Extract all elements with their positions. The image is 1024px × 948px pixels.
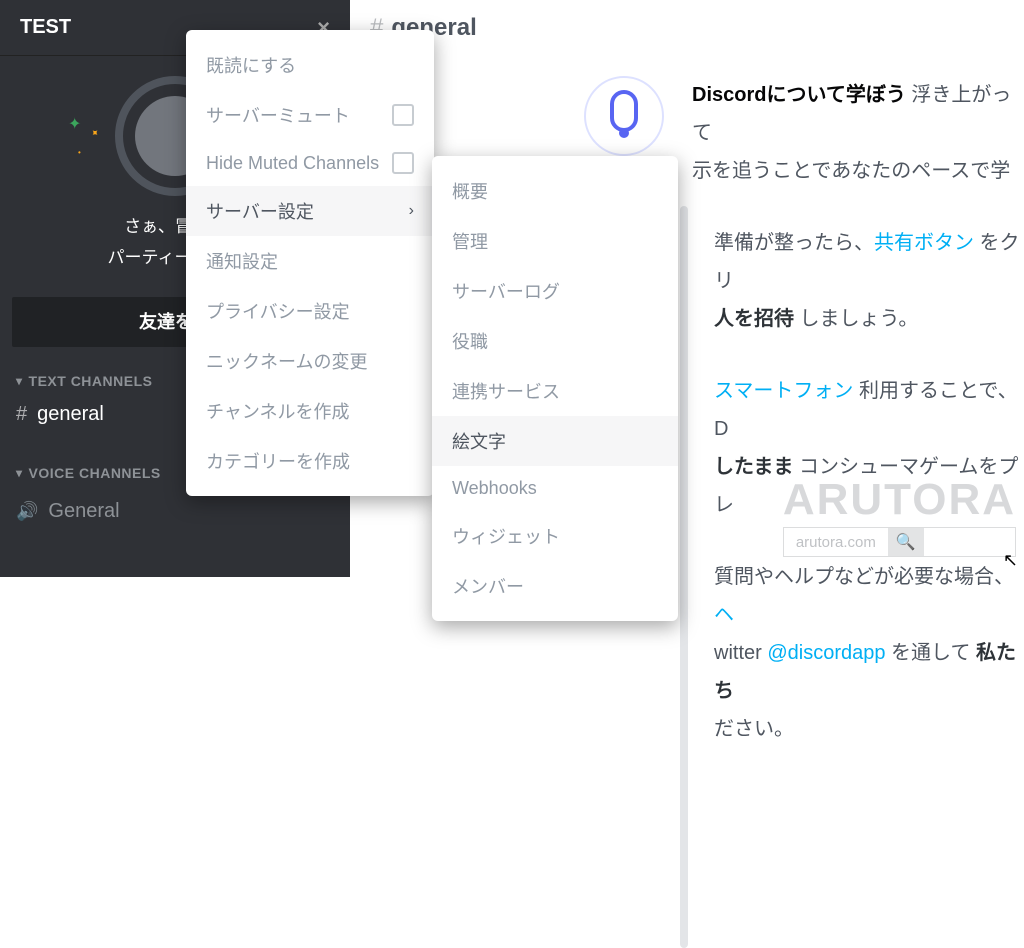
sparkle-icon: ✦ bbox=[68, 114, 81, 134]
twitter-mention[interactable]: @discordapp bbox=[767, 642, 885, 664]
tip-paragraph: 質問やヘルプなどが必要な場合、ヘ witter @discordapp を通して… bbox=[714, 558, 1024, 748]
sparkle-icon: ✦ bbox=[87, 127, 101, 141]
speaker-icon: 🔊 bbox=[16, 501, 38, 522]
server-settings-submenu: 概要 管理 サーバーログ 役職 連携サービス 絵文字 Webhooks ウィジェ… bbox=[432, 156, 678, 621]
server-name: TEST bbox=[20, 16, 71, 39]
menu-item-server-mute[interactable]: サーバーミュート bbox=[186, 90, 434, 140]
checkbox-icon[interactable] bbox=[392, 104, 414, 126]
menu-item-server-settings[interactable]: サーバー設定› bbox=[186, 186, 434, 236]
chevron-right-icon: › bbox=[409, 202, 414, 220]
menu-item-create-category[interactable]: カテゴリーを作成 bbox=[186, 436, 434, 486]
submenu-item-roles[interactable]: 役職 bbox=[432, 316, 678, 366]
search-icon: 🔍 bbox=[888, 528, 924, 556]
submenu-item-emoji[interactable]: 絵文字 bbox=[432, 416, 678, 466]
menu-item-privacy-settings[interactable]: プライバシー設定 bbox=[186, 286, 434, 336]
sparkle-icon: • bbox=[78, 148, 81, 157]
watermark: ARUTORA arutora.com 🔍 bbox=[783, 475, 1016, 557]
submenu-item-members[interactable]: メンバー bbox=[432, 561, 678, 611]
menu-item-notification-settings[interactable]: 通知設定 bbox=[186, 236, 434, 286]
menu-item-hide-muted[interactable]: Hide Muted Channels bbox=[186, 140, 434, 186]
checkbox-icon[interactable] bbox=[392, 152, 414, 174]
smartphone-link[interactable]: スマートフォン bbox=[714, 380, 853, 402]
scrollbar[interactable] bbox=[680, 206, 688, 948]
cursor-icon: ↖ bbox=[1003, 550, 1018, 571]
menu-item-mark-read[interactable]: 既読にする bbox=[186, 40, 434, 90]
tip-icon bbox=[584, 76, 664, 156]
submenu-item-overview[interactable]: 概要 bbox=[432, 166, 678, 216]
channel-header: # general bbox=[350, 0, 1024, 56]
menu-item-change-nickname[interactable]: ニックネームの変更 bbox=[186, 336, 434, 386]
server-context-menu: 既読にする サーバーミュート Hide Muted Channels サーバー設… bbox=[186, 30, 434, 496]
chevron-down-icon: ▾ bbox=[16, 466, 23, 480]
tip-paragraph: 準備が整ったら、共有ボタン をクリ 人を招待 しましょう。 bbox=[714, 224, 1024, 338]
share-link[interactable]: 共有ボタン bbox=[874, 232, 974, 254]
submenu-item-audit-log[interactable]: サーバーログ bbox=[432, 266, 678, 316]
submenu-item-integrations[interactable]: 連携サービス bbox=[432, 366, 678, 416]
submenu-item-widget[interactable]: ウィジェット bbox=[432, 511, 678, 561]
submenu-item-moderation[interactable]: 管理 bbox=[432, 216, 678, 266]
chevron-down-icon: ▾ bbox=[16, 374, 23, 388]
menu-item-create-channel[interactable]: チャンネルを作成 bbox=[186, 386, 434, 436]
hash-icon: # bbox=[16, 403, 27, 426]
voice-channel-general[interactable]: 🔊 General bbox=[0, 492, 350, 531]
hero-text: Discordについて学ぼう 浮き上がって 示を追うことであなたのペースで学 bbox=[692, 76, 1024, 190]
submenu-item-webhooks[interactable]: Webhooks bbox=[432, 466, 678, 511]
